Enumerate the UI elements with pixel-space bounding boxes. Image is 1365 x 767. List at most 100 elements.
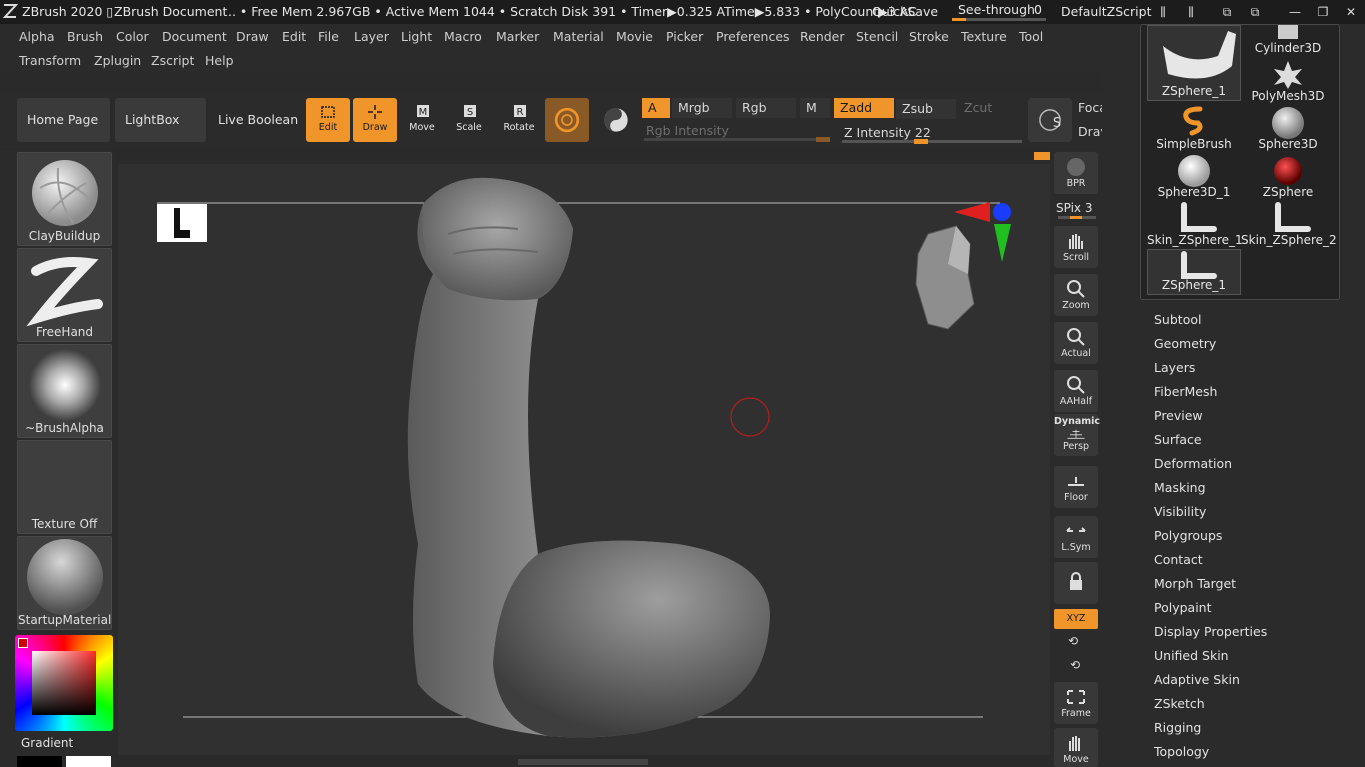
menu-alpha[interactable]: Alpha bbox=[19, 29, 55, 44]
draw-button[interactable]: Draw bbox=[353, 98, 397, 142]
menu-zplugin[interactable]: Zplugin bbox=[94, 53, 141, 68]
menu-layout-icon[interactable]: ⫼ bbox=[1152, 2, 1174, 22]
m-button[interactable]: M bbox=[800, 98, 830, 118]
gradient-label[interactable]: Gradient bbox=[21, 736, 73, 750]
tool-cylinder3d[interactable]: Cylinder3D bbox=[1241, 25, 1335, 57]
subpalette-zsketch[interactable]: ZSketch bbox=[1154, 696, 1205, 711]
tool-simplebrush[interactable]: SimpleBrush bbox=[1147, 105, 1241, 153]
floor-button[interactable]: Floor bbox=[1054, 466, 1098, 508]
subpalette-display-properties[interactable]: Display Properties bbox=[1154, 624, 1267, 639]
menu-draw[interactable]: Draw bbox=[236, 29, 269, 44]
swap-panel-alt-icon[interactable]: ⧉ bbox=[1244, 2, 1266, 22]
color-swap-button[interactable] bbox=[594, 98, 638, 142]
zsub-button[interactable]: Zsub bbox=[896, 99, 956, 119]
menu-color[interactable]: Color bbox=[116, 29, 149, 44]
menu-marker[interactable]: Marker bbox=[496, 29, 539, 44]
alpha-picker[interactable]: ~BrushAlpha bbox=[17, 344, 112, 438]
menu-zscript[interactable]: Zscript bbox=[151, 53, 194, 68]
scale-button[interactable]: S Scale bbox=[447, 98, 491, 142]
menu-movie[interactable]: Movie bbox=[616, 29, 653, 44]
brush-picker[interactable]: ClayBuildup bbox=[17, 152, 112, 246]
subpalette-unified-skin[interactable]: Unified Skin bbox=[1154, 648, 1229, 663]
menu-light[interactable]: Light bbox=[401, 29, 432, 44]
stroke-picker[interactable]: FreeHand bbox=[17, 248, 112, 342]
color-picker[interactable] bbox=[15, 635, 113, 731]
menu-texture[interactable]: Texture bbox=[961, 29, 1007, 44]
lightbox-button[interactable]: LightBox bbox=[115, 98, 206, 142]
lock-camera-button[interactable] bbox=[1054, 562, 1098, 604]
subpalette-subtool[interactable]: Subtool bbox=[1154, 312, 1201, 327]
scroll-button[interactable]: Scroll bbox=[1054, 226, 1098, 268]
home-page-button[interactable]: Home Page bbox=[17, 98, 110, 142]
menu-macro[interactable]: Macro bbox=[444, 29, 482, 44]
rgb-button[interactable]: Rgb bbox=[736, 98, 796, 118]
frame-button[interactable]: Frame bbox=[1054, 682, 1098, 724]
tool-polymesh3d[interactable]: PolyMesh3D bbox=[1241, 59, 1335, 105]
subpalette-visibility[interactable]: Visibility bbox=[1154, 504, 1206, 519]
color-picker-square[interactable] bbox=[32, 651, 96, 715]
tool-zsphere[interactable]: ZSphere bbox=[1241, 153, 1335, 201]
menu-layer[interactable]: Layer bbox=[354, 29, 389, 44]
aahalf-button[interactable]: AAHalf bbox=[1054, 370, 1098, 412]
subpalette-deformation[interactable]: Deformation bbox=[1154, 456, 1232, 471]
seethrough-label[interactable]: See-through bbox=[958, 2, 1035, 17]
menu-file[interactable]: File bbox=[318, 29, 339, 44]
z-intensity-slider[interactable] bbox=[842, 139, 1022, 144]
quicksave-button[interactable]: QuickSave bbox=[872, 4, 938, 19]
y-rotate-icon[interactable]: ⟲ bbox=[1068, 634, 1078, 648]
close-icon[interactable]: ✕ bbox=[1340, 2, 1362, 22]
menu-edit[interactable]: Edit bbox=[282, 29, 306, 44]
menu-document[interactable]: Document bbox=[162, 29, 227, 44]
primary-color-swatch[interactable] bbox=[18, 638, 28, 648]
zcut-button[interactable]: Zcut bbox=[958, 98, 1008, 118]
zadd-button[interactable]: Zadd bbox=[834, 98, 894, 118]
spix-slider[interactable] bbox=[1058, 216, 1096, 219]
subpalette-geometry[interactable]: Geometry bbox=[1154, 336, 1216, 351]
tool-skin-zsphere-2[interactable]: Skin_ZSphere_2 bbox=[1241, 201, 1337, 249]
subpalette-polygroups[interactable]: Polygroups bbox=[1154, 528, 1222, 543]
persp-button[interactable]: Dynamic Persp bbox=[1054, 414, 1100, 456]
zoom-button[interactable]: Zoom bbox=[1054, 274, 1098, 316]
menu-picker[interactable]: Picker bbox=[666, 29, 703, 44]
subpalette-preview[interactable]: Preview bbox=[1154, 408, 1203, 423]
subpalette-surface[interactable]: Surface bbox=[1154, 432, 1202, 447]
a-toggle[interactable]: A bbox=[642, 98, 670, 118]
menu-help[interactable]: Help bbox=[205, 53, 234, 68]
swap-panel-icon[interactable]: ⧉ bbox=[1216, 2, 1238, 22]
live-boolean-button[interactable]: Live Boolean bbox=[208, 98, 300, 142]
menu-brush[interactable]: Brush bbox=[67, 29, 103, 44]
secondary-color-swatch[interactable] bbox=[17, 756, 62, 767]
menu-layout-alt-icon[interactable]: ⫼ bbox=[1180, 2, 1202, 22]
seethrough-slider[interactable] bbox=[952, 18, 1046, 21]
move-view-button[interactable]: Move bbox=[1054, 728, 1098, 767]
subpalette-fibermesh[interactable]: FiberMesh bbox=[1154, 384, 1217, 399]
subpalette-layers[interactable]: Layers bbox=[1154, 360, 1195, 375]
canvas-bottom-handle[interactable] bbox=[518, 759, 648, 765]
document-canvas[interactable] bbox=[118, 164, 1050, 765]
material-sphere-button[interactable] bbox=[545, 98, 589, 142]
maximize-icon[interactable]: ❐ bbox=[1312, 2, 1334, 22]
subpalette-adaptive-skin[interactable]: Adaptive Skin bbox=[1154, 672, 1240, 687]
menu-stroke[interactable]: Stroke bbox=[909, 29, 949, 44]
subpalette-morph-target[interactable]: Morph Target bbox=[1154, 576, 1236, 591]
bpr-button[interactable]: BPR bbox=[1054, 152, 1098, 194]
subpalette-topology[interactable]: Topology bbox=[1154, 744, 1209, 759]
edit-button[interactable]: Edit bbox=[306, 98, 350, 142]
tool-sphere3d[interactable]: Sphere3D bbox=[1241, 105, 1335, 153]
tool-zsphere-1[interactable]: ZSphere_1 bbox=[1147, 25, 1241, 101]
subpalette-polypaint[interactable]: Polypaint bbox=[1154, 600, 1212, 615]
texture-picker[interactable]: Texture Off bbox=[17, 440, 112, 534]
menu-stencil[interactable]: Stencil bbox=[856, 29, 898, 44]
minimize-icon[interactable]: — bbox=[1284, 2, 1306, 22]
menu-tool[interactable]: Tool bbox=[1019, 29, 1043, 44]
subpalette-masking[interactable]: Masking bbox=[1154, 480, 1206, 495]
lightbox-spotlight-button[interactable]: S bbox=[1028, 98, 1072, 142]
z-rotate-icon[interactable]: ⟲ bbox=[1070, 658, 1080, 672]
spix-label[interactable]: SPix 3 bbox=[1056, 201, 1092, 215]
mrgb-button[interactable]: Mrgb bbox=[672, 98, 732, 118]
rotate-button[interactable]: R Rotate bbox=[497, 98, 541, 142]
xyz-rotate-button[interactable]: XYZ bbox=[1054, 609, 1098, 629]
tool-zsphere-1-active[interactable]: ZSphere_1 bbox=[1147, 249, 1241, 295]
menu-material[interactable]: Material bbox=[553, 29, 604, 44]
move-button[interactable]: M Move bbox=[400, 98, 444, 142]
